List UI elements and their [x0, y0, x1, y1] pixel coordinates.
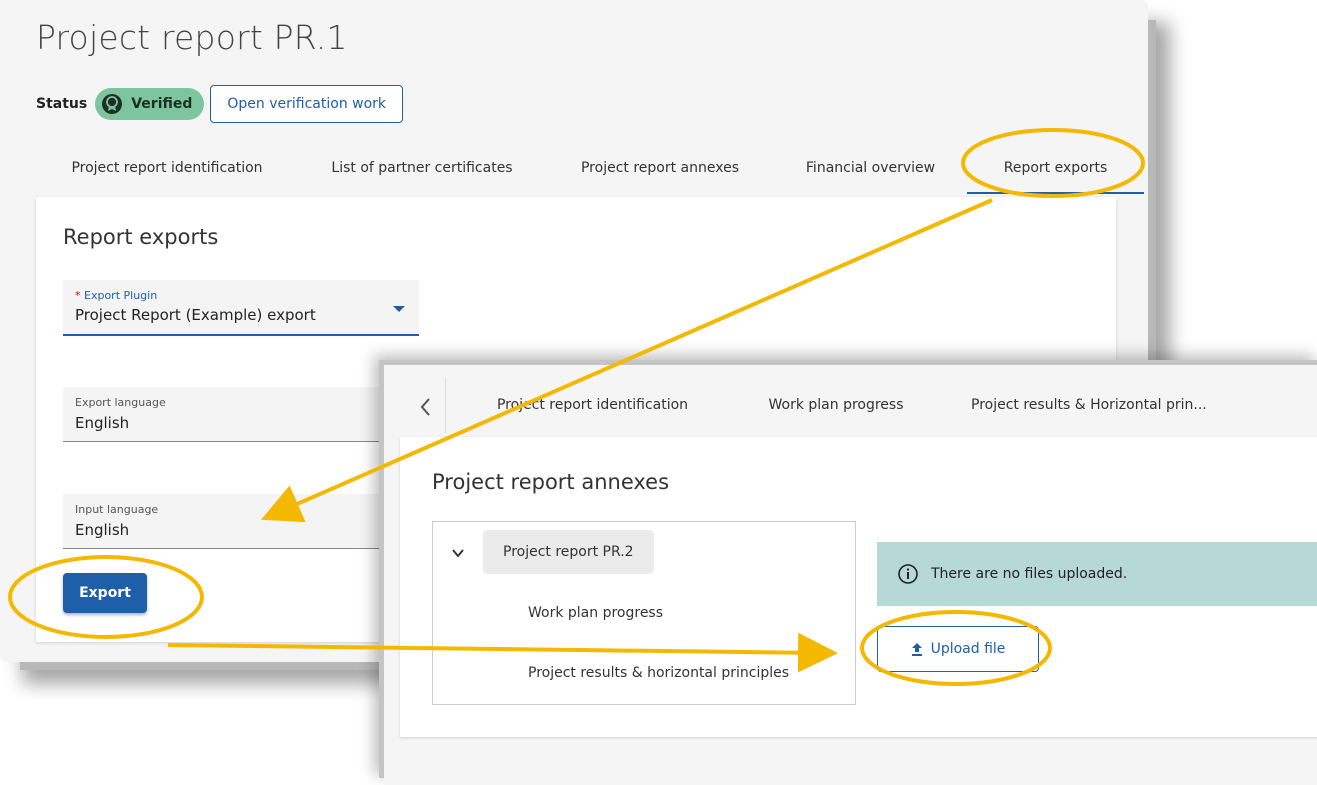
tree-item-project-results[interactable]: Project results & horizontal principles [528, 665, 789, 681]
export-button[interactable]: Export [63, 573, 147, 613]
page-title: Project report PR.1 [36, 18, 348, 57]
export-language-value: English [75, 414, 130, 432]
tab-project-report-identification[interactable]: Project report identification [36, 144, 298, 192]
upload-icon [911, 643, 922, 656]
report-tabs: Project report identification List of pa… [36, 144, 1144, 194]
annexes-card: Project report annexes Project report PR… [400, 437, 1317, 737]
tree-root-item[interactable]: Project report PR.2 [483, 530, 654, 574]
tab-list-of-partner-certificates[interactable]: List of partner certificates [298, 144, 546, 192]
dropdown-arrow-icon[interactable] [393, 306, 405, 312]
input-language-value: English [75, 521, 130, 539]
status-badge-label: Verified [131, 96, 193, 112]
chevron-left-icon[interactable] [406, 387, 446, 427]
tree-item-work-plan[interactable]: Work plan progress [528, 605, 663, 621]
annexes-window: Project report identification Work plan … [384, 365, 1317, 785]
export-language-label: Export language [75, 396, 166, 409]
upload-file-label: Upload file [930, 641, 1006, 657]
export-plugin-label: * Export Plugin [75, 289, 158, 302]
card-title: Report exports [63, 225, 219, 249]
open-verification-button[interactable]: Open verification work [210, 85, 404, 123]
tab-financial-overview[interactable]: Financial overview [774, 144, 967, 192]
input-language-label: Input language [75, 503, 159, 516]
chevron-down-icon[interactable] [451, 546, 465, 560]
card-title: Project report annexes [432, 470, 670, 494]
award-icon [102, 94, 123, 114]
annex-tree: Project report PR.2 Work plan progress P… [432, 521, 856, 705]
export-plugin-select[interactable]: * Export Plugin Project Report (Example)… [63, 280, 419, 336]
info-icon [898, 564, 918, 584]
no-files-alert: There are no files uploaded. [877, 542, 1317, 606]
input-language-field[interactable]: Input language English [63, 494, 419, 549]
annexes-tabs: Project report identification Work plan … [454, 383, 1291, 427]
no-files-message: There are no files uploaded. [931, 566, 1128, 582]
export-language-field[interactable]: Export language English [63, 387, 419, 442]
upload-file-button[interactable]: Upload file [877, 626, 1039, 672]
tab-report-exports[interactable]: Report exports [967, 144, 1144, 194]
tab-scroll-divider [445, 377, 446, 433]
tab-work-plan-progress[interactable]: Work plan progress [731, 383, 941, 427]
status-label: Status [36, 96, 88, 112]
tab-project-report-annexes[interactable]: Project report annexes [546, 144, 774, 192]
tab-project-report-identification[interactable]: Project report identification [454, 383, 731, 427]
status-row: Status Verified Open verification work [36, 85, 404, 123]
status-badge: Verified [95, 88, 205, 120]
export-plugin-value: Project Report (Example) export [75, 306, 316, 324]
tab-project-results[interactable]: Project results & Horizontal prin... [941, 383, 1291, 427]
